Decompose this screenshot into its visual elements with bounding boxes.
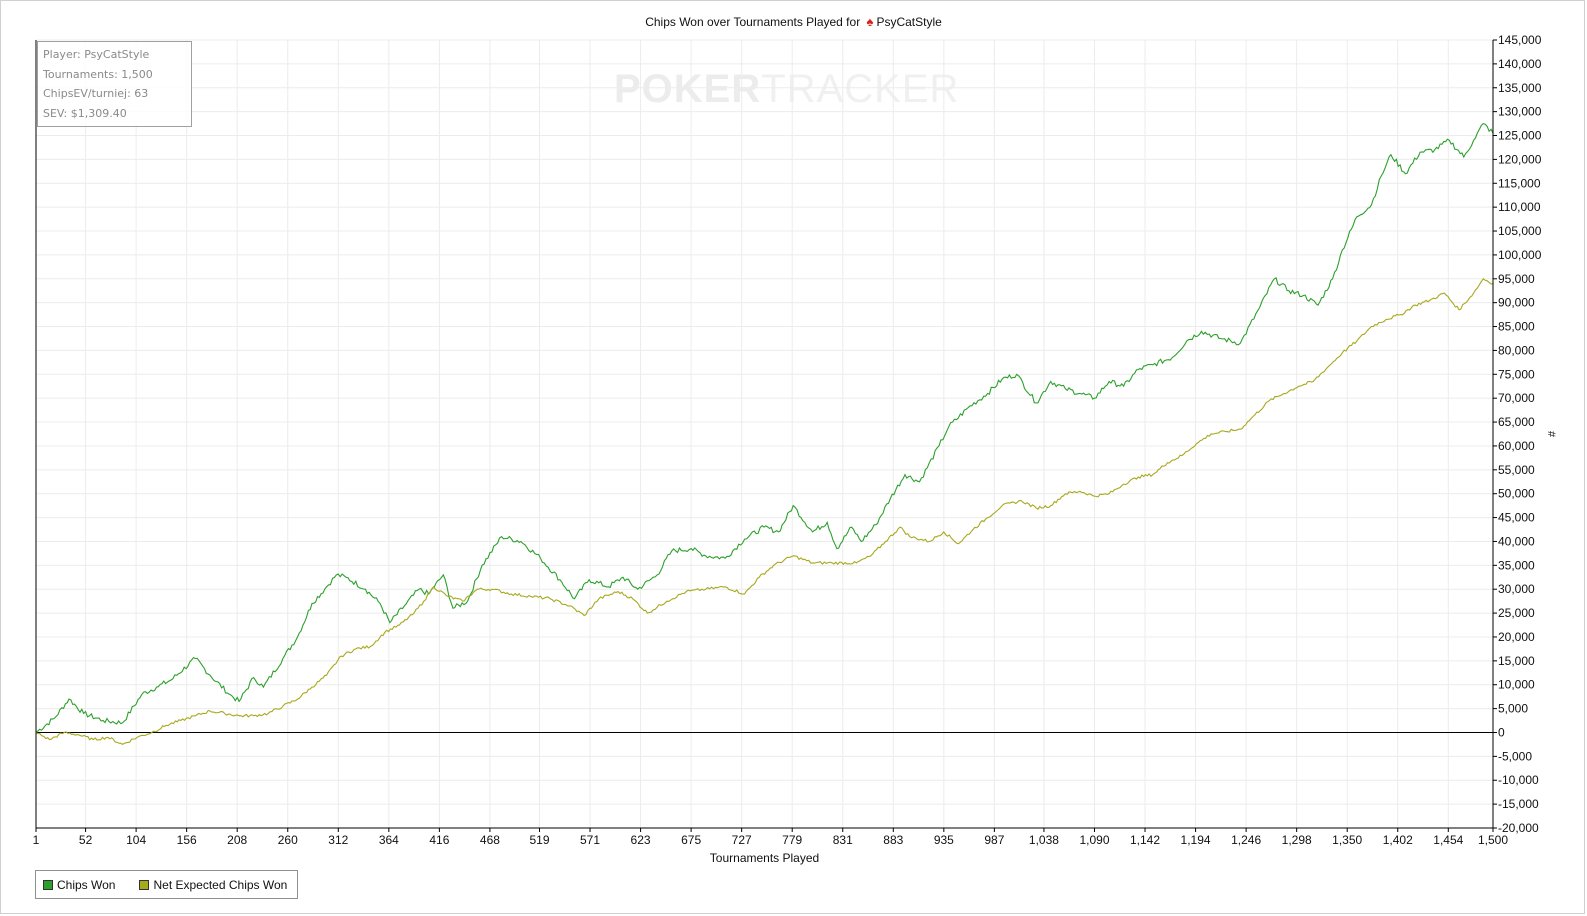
y-tick-label: 15,000	[1498, 654, 1535, 668]
x-tick-label: 883	[883, 833, 903, 847]
y-tick-label: 110,000	[1498, 200, 1541, 214]
info-sev: SEV: $1,309.40	[43, 106, 127, 120]
series-chips-won	[35, 122, 1494, 733]
y-tick-label: 120,000	[1498, 152, 1542, 166]
y-tick-label: -20,000	[1498, 821, 1539, 835]
y-tick-label: 130,000	[1498, 105, 1542, 119]
x-tick-label: 260	[278, 833, 298, 847]
y-tick-label: 30,000	[1498, 582, 1535, 596]
info-player: Player: PsyCatStyle	[43, 48, 150, 61]
y-tick-label: 5,000	[1498, 702, 1528, 716]
x-tick-label: 623	[631, 833, 651, 847]
stats-info-box: Player: PsyCatStyle Tournaments: 1,500 C…	[37, 41, 192, 127]
x-tick-label: 831	[833, 833, 853, 847]
y-tick-label: 75,000	[1498, 367, 1535, 381]
y-tick-label: 60,000	[1498, 439, 1535, 453]
x-tick-label: 1,142	[1130, 833, 1160, 847]
x-tick-label: 156	[177, 833, 197, 847]
x-tick-label: 1	[33, 833, 40, 847]
y-tick-label: -5,000	[1498, 749, 1532, 763]
x-tick-label: 987	[984, 833, 1004, 847]
x-tick-label: 52	[79, 833, 93, 847]
x-tick-label: 1,402	[1383, 833, 1413, 847]
y-tick-label: 20,000	[1498, 630, 1535, 644]
legend-label-chips-won: Chips Won	[57, 877, 116, 892]
y-tick-label: 95,000	[1498, 272, 1535, 286]
legend-swatch-net-expected	[139, 879, 150, 890]
x-tick-label: 1,350	[1332, 833, 1362, 847]
y-tick-label: 65,000	[1498, 415, 1535, 429]
y-tick-label: 140,000	[1498, 57, 1542, 71]
legend-item-net-expected[interactable]: Net Expected Chips Won	[139, 878, 287, 892]
series-net-expected-chips-won	[35, 278, 1494, 746]
y-tick-label: 85,000	[1498, 320, 1535, 334]
x-tick-label: 519	[529, 833, 549, 847]
y-tick-label: 40,000	[1498, 534, 1535, 548]
y-tick-label: 55,000	[1498, 463, 1535, 477]
y-tick-label: -10,000	[1498, 773, 1539, 787]
x-tick-label: 416	[429, 833, 449, 847]
x-tick-label: 468	[480, 833, 500, 847]
y-tick-label: 10,000	[1498, 678, 1535, 692]
x-tick-label: 571	[580, 833, 600, 847]
line-chart: 1 52 104 156 208 260 312 364 416 468 519 571 623 675 7…	[33, 33, 1542, 847]
y-tick-label: 115,000	[1498, 176, 1541, 190]
y-tick-label: 50,000	[1498, 487, 1535, 501]
legend-item-chips-won[interactable]: Chips Won	[43, 878, 115, 892]
y-axis-label: #	[1545, 430, 1558, 438]
x-tick-label: 675	[681, 833, 701, 847]
legend-swatch-chips-won	[43, 879, 53, 890]
y-tick-label: 125,000	[1498, 129, 1542, 143]
y-tick-label: 105,000	[1498, 224, 1542, 238]
y-tick-label: 45,000	[1498, 511, 1535, 525]
x-tick-label: 104	[126, 833, 146, 847]
x-tick-label: 208	[227, 833, 247, 847]
x-tick-label: 364	[379, 833, 399, 847]
x-tick-label: 935	[934, 833, 954, 847]
y-tick-label: 70,000	[1498, 391, 1535, 405]
y-tick-label: 35,000	[1498, 558, 1535, 572]
y-tick-label: 0	[1498, 725, 1505, 739]
x-tick-label: 779	[782, 833, 802, 847]
x-tick-label: 1,454	[1433, 833, 1463, 847]
x-tick-label: 1,500	[1478, 833, 1508, 847]
legend-label-net-expected: Net Expected Chips Won	[153, 877, 288, 892]
x-tick-label: 312	[328, 833, 348, 847]
y-tick-label: 135,000	[1498, 81, 1542, 95]
x-tick-label: 727	[732, 833, 752, 847]
y-tick-label: 25,000	[1498, 606, 1535, 620]
x-tick-label: 1,038	[1029, 833, 1059, 847]
y-tick-label: 80,000	[1498, 343, 1535, 357]
x-axis-label: Tournaments Played	[709, 851, 820, 865]
y-tick-label: 100,000	[1498, 248, 1542, 262]
y-tick-label: 145,000	[1498, 33, 1542, 47]
chart-legend: Chips Won Net Expected Chips Won	[35, 870, 298, 899]
x-tick-label: 1,246	[1231, 833, 1261, 847]
y-tick-label: -15,000	[1498, 797, 1539, 811]
info-chips-ev: ChipsEV/turniej: 63	[43, 87, 149, 100]
y-tick-label: 90,000	[1498, 296, 1535, 310]
info-tournaments: Tournaments: 1,500	[43, 67, 153, 81]
x-tick-label: 1,298	[1282, 833, 1312, 847]
x-tick-label: 1,194	[1181, 833, 1211, 847]
x-tick-label: 1,090	[1079, 833, 1109, 847]
